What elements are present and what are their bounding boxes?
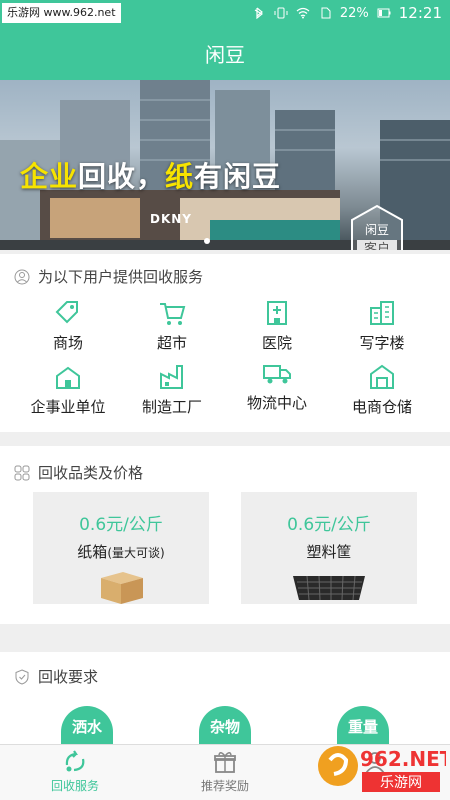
service-office[interactable]: 写字楼 bbox=[327, 298, 437, 353]
requirements-heading: 回收要求 bbox=[14, 666, 98, 687]
plastic-crate-icon bbox=[293, 575, 365, 601]
truck-icon bbox=[263, 365, 291, 384]
category-price: 0.6元/公斤 bbox=[287, 515, 371, 535]
shopping-cart-icon bbox=[160, 303, 186, 325]
service-ecommerce-warehouse[interactable]: 电商仓储 bbox=[327, 362, 437, 417]
category-name: 塑料筐 bbox=[306, 543, 352, 561]
service-factory[interactable]: 制造工厂 bbox=[117, 362, 227, 417]
promo-banner[interactable]: 企业回收，纸有闲豆 DKNY 闲豆 客户 bbox=[0, 80, 450, 250]
bluetooth-icon bbox=[254, 7, 263, 19]
service-hospital[interactable]: 医院 bbox=[222, 298, 332, 353]
status-bar: 乐游网 www.962.net 22% 12:21 bbox=[0, 0, 450, 26]
category-card-crate[interactable]: 0.6元/公斤 塑料筐 bbox=[241, 492, 417, 604]
cardboard-box-icon bbox=[101, 572, 143, 604]
clock: 12:21 bbox=[398, 4, 442, 22]
page-title: 闲豆 bbox=[205, 42, 245, 67]
tab-recycle-service[interactable]: 回收服务 bbox=[25, 749, 125, 794]
carousel-indicator[interactable] bbox=[204, 238, 210, 244]
service-mall[interactable]: 商场 bbox=[13, 298, 123, 353]
gift-icon bbox=[214, 752, 236, 773]
category-price: 0.6元/公斤 bbox=[79, 515, 163, 535]
recycle-service-icon bbox=[65, 750, 85, 772]
grid-icon bbox=[14, 465, 30, 480]
category-name: 纸箱(量大可谈) bbox=[77, 543, 165, 561]
institution-icon bbox=[56, 366, 80, 389]
watermark-brand: 962.NET bbox=[360, 747, 446, 771]
watermark-top: 乐游网 www.962.net bbox=[2, 3, 121, 23]
customer-badge: 闲豆 客户 bbox=[351, 204, 403, 250]
categories-heading: 回收品类及价格 bbox=[14, 462, 143, 483]
sim-icon bbox=[321, 7, 331, 19]
price-tag-icon bbox=[55, 301, 78, 324]
vibrate-icon bbox=[274, 7, 288, 19]
shield-icon bbox=[15, 668, 29, 685]
user-circle-icon bbox=[14, 269, 30, 284]
app-screen: 乐游网 www.962.net 22% 12:21 闲豆 企业回收，纸有闲豆 D… bbox=[0, 0, 450, 800]
watermark-logo: 962.NET 乐游网 bbox=[318, 746, 446, 792]
services-heading: 为以下用户提供回收服务 bbox=[14, 266, 203, 287]
service-supermarket[interactable]: 超市 bbox=[117, 298, 227, 353]
category-card-carton[interactable]: 0.6元/公斤 纸箱(量大可谈) bbox=[33, 492, 209, 604]
app-bar: 闲豆 bbox=[0, 26, 450, 80]
office-building-icon bbox=[370, 301, 394, 325]
service-logistics[interactable]: 物流中心 bbox=[222, 358, 332, 413]
factory-icon bbox=[160, 365, 183, 389]
warehouse-icon bbox=[370, 364, 394, 389]
battery-level: 22% bbox=[339, 5, 369, 21]
watermark-sub: 乐游网 bbox=[380, 775, 422, 791]
battery-icon bbox=[377, 8, 391, 18]
tab-referral-reward[interactable]: 推荐奖励 bbox=[175, 749, 275, 794]
services-section: 为以下用户提供回收服务 商场 超市 医院 写字楼 企事业单位 制造工厂 物流中心… bbox=[0, 254, 450, 432]
wifi-icon bbox=[296, 7, 310, 19]
banner-slogan: 企业回收，纸有闲豆 bbox=[20, 160, 282, 193]
hospital-icon bbox=[267, 301, 287, 325]
service-institution[interactable]: 企事业单位 bbox=[13, 362, 123, 417]
badge-bottom-text: 客户 bbox=[364, 241, 390, 250]
store-sign: DKNY bbox=[150, 212, 192, 226]
badge-top-text: 闲豆 bbox=[365, 223, 389, 237]
